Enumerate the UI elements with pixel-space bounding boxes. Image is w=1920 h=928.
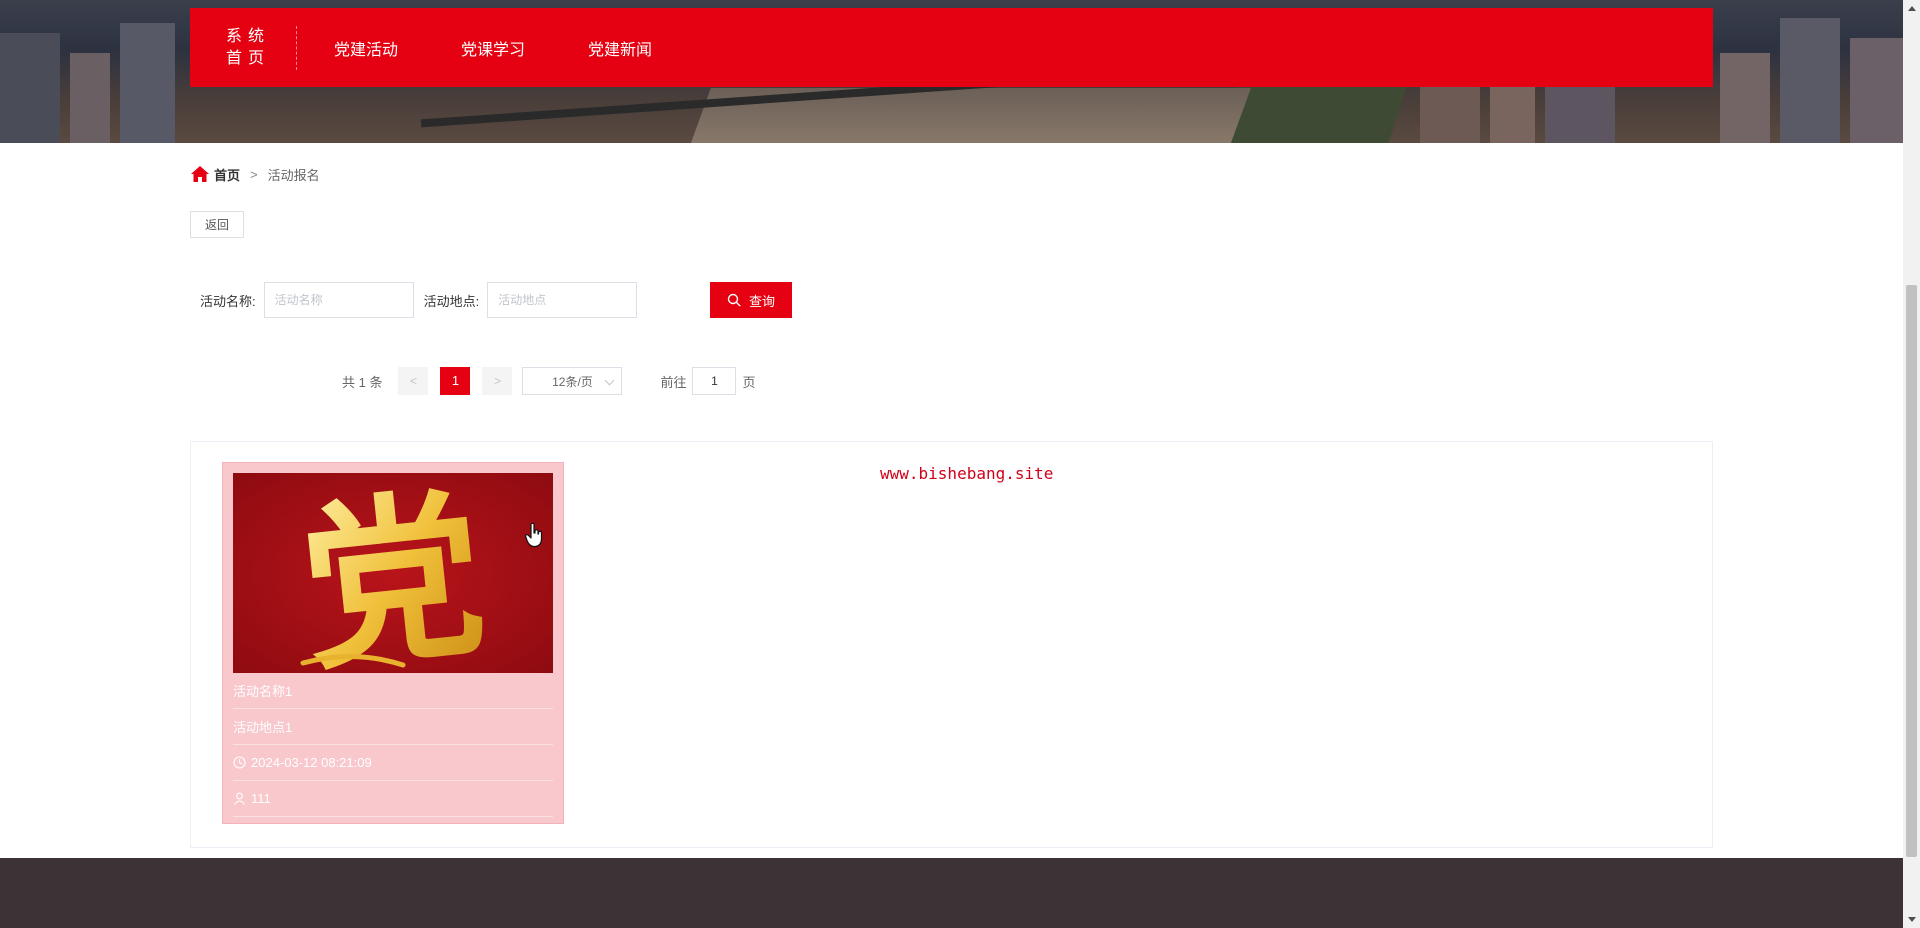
breadcrumb-home-link[interactable]: 首页 [214, 165, 240, 184]
chevron-down-icon [605, 375, 615, 386]
pagination-page-1[interactable]: 1 [440, 367, 471, 395]
watermark-text: www.bishebang.site [880, 464, 1054, 483]
activity-card-location: 活动地点1 [233, 720, 293, 735]
search-button[interactable]: 查询 [710, 282, 792, 318]
breadcrumb-current: 活动报名 [267, 167, 320, 183]
activity-card-count: 111 [251, 791, 271, 806]
top-nav-bar: 系统 首页 党建活动 党课学习 党建新闻 [190, 8, 1713, 87]
activity-location-label: 活动地点: [423, 293, 480, 309]
activity-card-name-row: 活动名称1 [233, 673, 553, 709]
breadcrumb: 首页 > 活动报名 [190, 164, 320, 184]
page-size-select[interactable]: 12条/页 [522, 367, 623, 395]
activity-card[interactable]: 党 活动名称1 活动地点1 2024-03-12 08:21:09 111 [222, 462, 564, 824]
scroll-up-arrow-icon[interactable] [1908, 6, 1916, 11]
page-scrollbar[interactable] [1903, 0, 1920, 928]
footer [0, 858, 1903, 928]
nav-home-line1: 系统 [225, 27, 270, 45]
nav-item-party-news[interactable]: 党建新闻 [588, 36, 652, 60]
page: 系统 首页 党建活动 党课学习 党建新闻 首页 > 活动报名 返回 活动名称: … [0, 0, 1920, 928]
breadcrumb-separator: > [250, 166, 258, 182]
party-calligraphy-image: 党 [233, 473, 553, 673]
user-icon [234, 792, 245, 805]
hand-pointer-cursor-icon [524, 522, 543, 548]
nav-home-line2: 首页 [225, 49, 270, 67]
pagination-prev-button[interactable]: < [398, 367, 429, 395]
activity-card-location-row: 活动地点1 [233, 709, 553, 745]
home-icon [191, 166, 209, 182]
pagination-total: 共 1 条 [342, 374, 383, 390]
image-calligraphy-glyph: 党 [292, 473, 493, 673]
pagination-next-button[interactable]: > [482, 367, 513, 395]
nav-item-party-activities[interactable]: 党建活动 [334, 36, 398, 60]
scroll-down-arrow-icon[interactable] [1908, 917, 1916, 922]
activity-card-time-row: 2024-03-12 08:21:09 [233, 745, 553, 781]
activity-card-image: 党 [233, 473, 553, 673]
activity-name-label: 活动名称: [200, 293, 256, 309]
activity-card-count-row: 111 [233, 781, 553, 817]
activity-location-input[interactable] [487, 282, 638, 318]
search-button-label: 查询 [748, 293, 775, 309]
search-icon [727, 293, 741, 307]
pagination-goto-suffix: 页 [742, 374, 756, 390]
search-form: 活动名称: 活动地点: [200, 282, 638, 318]
clock-icon [233, 756, 246, 769]
nav-item-party-lessons[interactable]: 党课学习 [461, 36, 525, 60]
pagination-goto-label: 前往 [660, 374, 687, 390]
back-button[interactable]: 返回 [190, 211, 244, 238]
page-size-value: 12条/页 [552, 374, 593, 389]
nav-system-home[interactable]: 系统 首页 [200, 25, 297, 70]
activity-card-time: 2024-03-12 08:21:09 [251, 755, 372, 770]
activity-card-name: 活动名称1 [233, 684, 293, 699]
pagination-goto-input[interactable] [692, 367, 737, 395]
scrollbar-thumb[interactable] [1906, 285, 1917, 857]
activity-name-input[interactable] [263, 282, 414, 318]
pagination: 共 1 条 < 1 > 12条/页 前往 页 [342, 367, 756, 395]
